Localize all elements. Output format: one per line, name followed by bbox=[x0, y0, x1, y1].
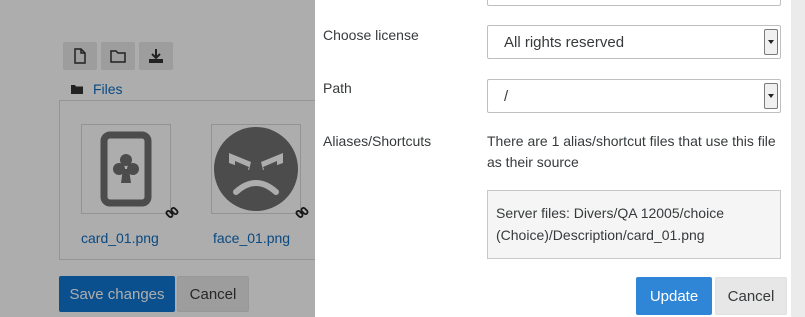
page-edge-shade bbox=[791, 0, 805, 317]
path-select-value: / bbox=[504, 88, 509, 105]
license-select-value: All rights reserved bbox=[504, 34, 625, 51]
path-label: Path bbox=[323, 80, 352, 96]
update-button[interactable]: Update bbox=[636, 277, 712, 315]
chevron-down-icon[interactable] bbox=[764, 83, 778, 109]
license-select[interactable]: All rights reserved bbox=[487, 25, 781, 59]
aliases-label: Aliases/Shortcuts bbox=[323, 133, 432, 149]
dialog-cancel-button[interactable]: Cancel bbox=[715, 277, 787, 315]
text-field-partial[interactable] bbox=[487, 0, 781, 6]
server-files-box: Server files: Divers/QA 12005/choice (Ch… bbox=[487, 190, 781, 259]
aliases-description: There are 1 alias/shortcut files that us… bbox=[487, 133, 776, 170]
file-details-dialog: Choose license All rights reserved Path … bbox=[315, 0, 791, 317]
license-label: Choose license bbox=[323, 27, 419, 43]
chevron-down-icon[interactable] bbox=[764, 29, 778, 55]
path-select[interactable]: / bbox=[487, 79, 781, 113]
